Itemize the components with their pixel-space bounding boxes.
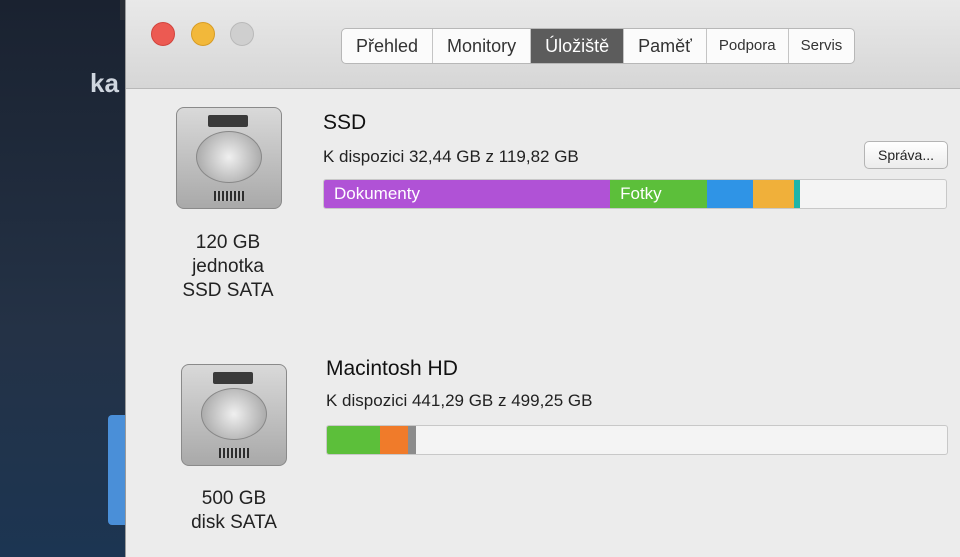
volume-availability: K dispozici 32,44 GB z 119,82 GB: [323, 147, 579, 166]
volume-name: SSD: [323, 111, 367, 134]
volume-availability: K dispozici 441,29 GB z 499,25 GB: [326, 391, 593, 410]
close-button[interactable]: [151, 22, 175, 46]
system-information-window: Přehled Monitory Úložiště Paměť Podpora …: [125, 0, 960, 557]
storage-usage-bar: Dokumenty Fotky: [323, 179, 947, 209]
storage-segment[interactable]: [379, 426, 408, 454]
storage-segment[interactable]: Fotky: [610, 180, 707, 208]
storage-segment[interactable]: [327, 426, 380, 454]
manage-button[interactable]: Správa...: [864, 141, 948, 169]
hard-drive-icon: [176, 107, 282, 209]
storage-segment-label: Fotky: [620, 184, 662, 203]
storage-segment[interactable]: [407, 426, 417, 454]
drive-caption: 120 GB jednotka SSD SATA: [153, 231, 303, 303]
tab-displays[interactable]: Monitory: [433, 29, 532, 63]
tab-bar: Přehled Monitory Úložiště Paměť Podpora …: [341, 28, 856, 64]
drive-size: 120 GB: [195, 232, 261, 253]
storage-segment-label: Dokumenty: [334, 184, 420, 203]
storage-panel: 120 GB jednotka SSD SATA SSD K dispozici…: [126, 89, 960, 557]
minimize-button[interactable]: [191, 22, 215, 46]
tab-support[interactable]: Podpora: [707, 29, 789, 63]
drive-interface: SSD SATA: [182, 280, 274, 301]
storage-segment[interactable]: [753, 180, 794, 208]
tab-storage[interactable]: Úložiště: [531, 29, 625, 63]
hard-drive-icon: [181, 364, 287, 466]
desktop-partial-text: ka: [90, 68, 119, 98]
storage-usage-bar: [326, 425, 948, 455]
drive-size: 500 GB: [201, 488, 267, 509]
drive-kind: disk SATA: [191, 512, 277, 533]
drive-caption: 500 GB disk SATA: [159, 487, 309, 535]
storage-segment[interactable]: [706, 180, 754, 208]
storage-segment[interactable]: [793, 180, 800, 208]
drive-kind: jednotka: [192, 256, 264, 277]
tab-overview[interactable]: Přehled: [342, 29, 434, 63]
volume-name: Macintosh HD: [326, 357, 458, 380]
tab-memory[interactable]: Paměť: [624, 29, 707, 63]
zoom-button[interactable]: [230, 22, 254, 46]
storage-segment[interactable]: Dokumenty: [324, 180, 611, 208]
titlebar: Přehled Monitory Úložiště Paměť Podpora …: [126, 0, 960, 89]
tab-service[interactable]: Servis: [789, 29, 855, 63]
